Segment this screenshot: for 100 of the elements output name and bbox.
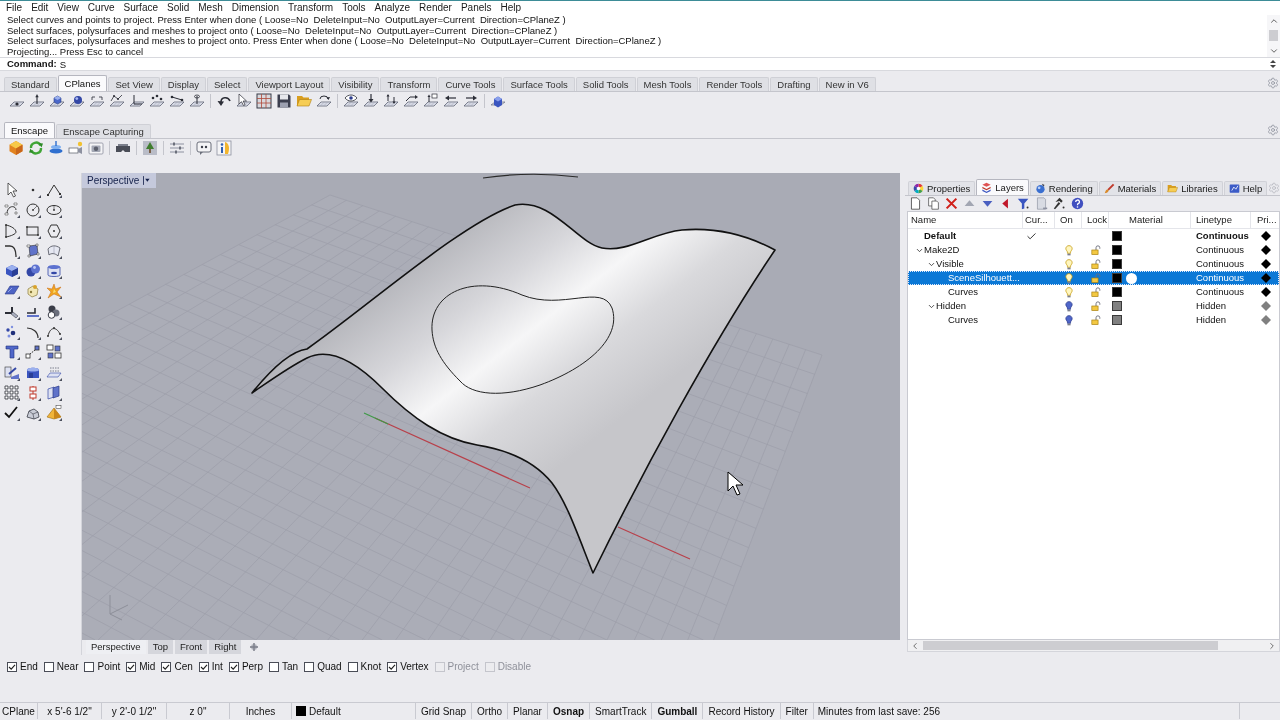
plane-points-icon[interactable] <box>149 93 165 109</box>
panel-tab[interactable]: Materials <box>1098 181 1162 195</box>
print-color-icon[interactable] <box>1261 245 1271 255</box>
delete-icon[interactable] <box>945 197 958 210</box>
toolbar-tab[interactable]: Surface Tools <box>503 77 575 91</box>
refresh-icon[interactable] <box>28 140 44 156</box>
open-padlock-icon[interactable] <box>1090 287 1101 297</box>
menu-item[interactable]: Surface <box>123 3 158 13</box>
checkbox[interactable] <box>304 661 315 672</box>
menu-item[interactable]: Edit <box>31 3 49 13</box>
plane-cube-icon[interactable] <box>49 93 65 109</box>
light-bulb-icon[interactable] <box>1064 314 1073 326</box>
open-padlock-icon[interactable] <box>1090 259 1101 269</box>
scroll-right-icon[interactable] <box>1267 640 1277 651</box>
print-color-icon[interactable] <box>1261 273 1271 283</box>
layer-color-swatch[interactable] <box>1112 287 1122 297</box>
cube-logo-icon[interactable] <box>8 140 24 156</box>
panel-tab[interactable]: Libraries <box>1162 181 1223 195</box>
menu-item[interactable]: Help <box>500 3 522 13</box>
right-arrow-plane-icon[interactable] <box>463 93 479 109</box>
camera-icon[interactable] <box>88 140 104 156</box>
hammer-icon[interactable] <box>1053 197 1066 210</box>
dropdown-caret-icon[interactable] <box>143 176 151 185</box>
toolbar-tab[interactable]: Transform <box>380 77 438 91</box>
transfer-icon[interactable] <box>4 364 20 381</box>
stacked-discs-icon[interactable] <box>48 140 64 156</box>
tree-icon[interactable] <box>142 140 158 156</box>
video-camera-icon[interactable] <box>68 140 84 156</box>
menu-item[interactable]: Mesh <box>198 3 223 13</box>
spheres-icon[interactable] <box>25 263 41 280</box>
toolbar-tab[interactable]: Viewport Layout <box>248 77 331 91</box>
status-toggle[interactable]: SmartTrack <box>590 703 653 719</box>
pointer-icon[interactable] <box>4 182 20 198</box>
toolbar-tab[interactable]: Drafting <box>770 77 818 91</box>
layer-color-swatch[interactable] <box>1112 231 1122 241</box>
layer-row[interactable]: SceneSilhouett... Continuous <box>908 271 1279 285</box>
arc-icon[interactable] <box>25 324 41 341</box>
checkbox[interactable] <box>161 661 172 672</box>
status-toggle[interactable]: Grid Snap <box>416 703 473 719</box>
checkbox[interactable] <box>7 661 17 672</box>
plane-marker-icon[interactable] <box>189 93 205 109</box>
material-swatch-icon[interactable] <box>1126 272 1137 284</box>
surface-points-icon[interactable] <box>25 242 41 259</box>
up-down-arrows-plane-icon[interactable] <box>383 93 399 109</box>
toolbar-tab[interactable]: Enscape Capturing <box>56 124 151 138</box>
pyramid-icon[interactable] <box>46 405 62 422</box>
checkbox[interactable] <box>198 661 209 672</box>
curve-points-icon[interactable] <box>46 324 62 341</box>
box-icon[interactable] <box>4 263 20 280</box>
bent-arrow-plane-icon[interactable] <box>403 93 419 109</box>
toolbar-tab[interactable]: Display <box>160 77 206 91</box>
menu-item[interactable]: Panels <box>460 3 492 13</box>
vertical-scrollbar[interactable] <box>1267 15 1280 57</box>
menu-item[interactable]: Analyze <box>374 3 411 13</box>
layer-color-swatch[interactable] <box>1112 301 1122 311</box>
status-toggle[interactable]: Planar <box>508 703 548 719</box>
layer-color-swatch[interactable] <box>1112 315 1122 325</box>
curve-icon[interactable] <box>4 242 20 259</box>
ellipse-icon[interactable] <box>46 202 62 219</box>
layer-row[interactable]: Curves Hidden <box>908 313 1279 327</box>
print-color-icon[interactable] <box>1261 231 1271 241</box>
blocks-icon[interactable] <box>46 344 62 361</box>
column-header[interactable]: Linetype <box>1196 212 1232 228</box>
panel-tab[interactable]: Properties <box>908 181 976 195</box>
scroll-up-icon[interactable] <box>1268 16 1279 26</box>
layer-color-swatch[interactable] <box>1112 273 1122 283</box>
print-color-icon[interactable] <box>1261 259 1271 269</box>
spheres-union-icon[interactable] <box>46 303 62 320</box>
check-icon[interactable] <box>4 405 20 422</box>
info-icon[interactable] <box>216 140 232 156</box>
control-point-curve-icon[interactable] <box>4 202 20 219</box>
chat-icon[interactable] <box>196 140 212 156</box>
scale-icon[interactable] <box>25 344 41 361</box>
menu-item[interactable]: Render <box>419 3 452 13</box>
plane-axes-icon[interactable] <box>129 93 145 109</box>
viewport-title-menu[interactable]: Perspective <box>82 173 157 188</box>
add-viewport-icon[interactable] <box>249 642 260 652</box>
menu-item[interactable]: Dimension <box>231 3 279 13</box>
menu-item[interactable]: File <box>6 3 23 13</box>
command-input[interactable]: S <box>59 58 1269 70</box>
plane-surface-icon[interactable] <box>4 283 20 300</box>
toolbar-tab[interactable]: CPlanes <box>57 75 108 91</box>
polygon-icon[interactable] <box>46 222 62 239</box>
surface-icon[interactable] <box>46 242 62 259</box>
menu-item[interactable]: Curve <box>87 3 115 13</box>
plane-polyline-icon[interactable] <box>109 93 125 109</box>
eye-icon[interactable] <box>343 93 359 109</box>
menu-item[interactable]: Transform <box>287 3 334 13</box>
checkbox[interactable] <box>269 661 279 672</box>
down-arrow-plane-icon[interactable] <box>363 93 379 109</box>
open-padlock-icon[interactable] <box>1090 273 1101 283</box>
status-toggle[interactable]: Filter <box>780 703 814 719</box>
polyhedron-icon[interactable] <box>25 405 41 422</box>
plane-line-icon[interactable] <box>169 93 185 109</box>
polyline-icon[interactable] <box>46 182 62 198</box>
column-header[interactable]: Name <box>911 212 937 228</box>
viewport-tab[interactable]: Right <box>209 640 242 654</box>
checkbox[interactable] <box>43 661 54 672</box>
grid-window-icon[interactable] <box>256 93 272 109</box>
layer-status[interactable]: Default <box>292 703 416 719</box>
